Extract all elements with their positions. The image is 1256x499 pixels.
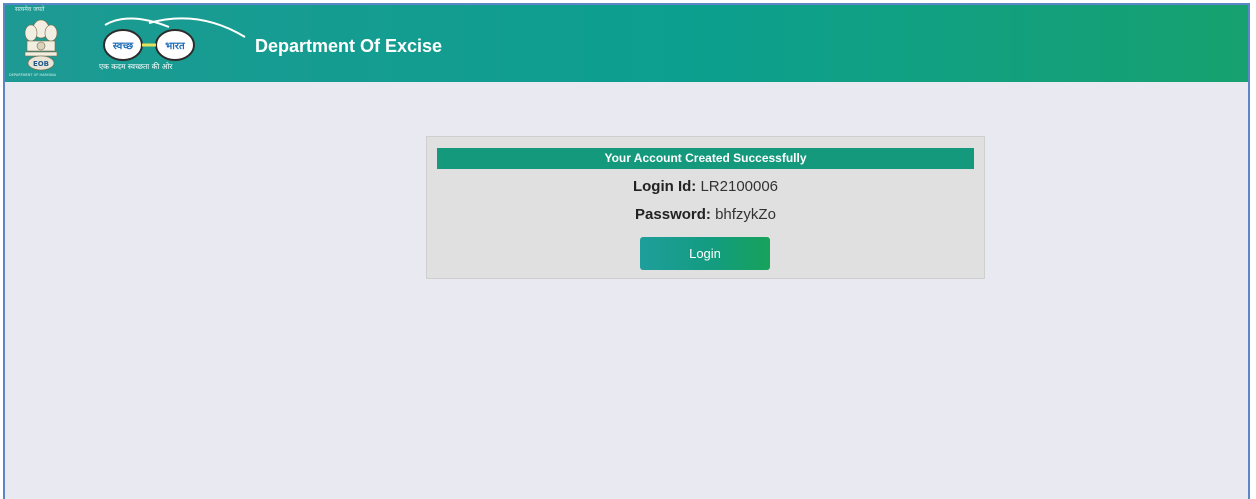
site-header: EOB सत्यमेव जयते DEPARTMENT OF HARYANA स… bbox=[5, 5, 1248, 82]
account-created-card: Your Account Created Successfully Login … bbox=[426, 136, 985, 279]
state-emblem-icon: EOB सत्यमेव जयते DEPARTMENT OF HARYANA bbox=[9, 5, 73, 81]
swachh-word: स्वच्छ bbox=[112, 41, 134, 52]
emblem-motto: सत्यमेव जयते bbox=[15, 6, 45, 13]
password-value: bhfzykZo bbox=[715, 206, 776, 223]
login-id-value: LR2100006 bbox=[700, 178, 779, 195]
login-button[interactable]: Login bbox=[640, 237, 770, 270]
login-id-label: Login Id: bbox=[632, 178, 697, 195]
password-row: Password: bhfzykZo bbox=[427, 206, 984, 223]
password-label: Password: bbox=[635, 206, 711, 223]
emblem-caption: DEPARTMENT OF HARYANA bbox=[9, 73, 56, 77]
page-title: Department Of Excise bbox=[255, 36, 443, 56]
login-id-row: Login Id: LR2100006 bbox=[427, 178, 984, 195]
svg-text:EOB: EOB bbox=[33, 60, 49, 68]
bharat-word: भारत bbox=[165, 41, 186, 52]
swachh-tagline: एक कदम स्वच्छता की ओर bbox=[99, 62, 173, 71]
browser-frame: EOB सत्यमेव जयते DEPARTMENT OF HARYANA स… bbox=[3, 3, 1250, 499]
success-banner: Your Account Created Successfully bbox=[437, 148, 974, 169]
